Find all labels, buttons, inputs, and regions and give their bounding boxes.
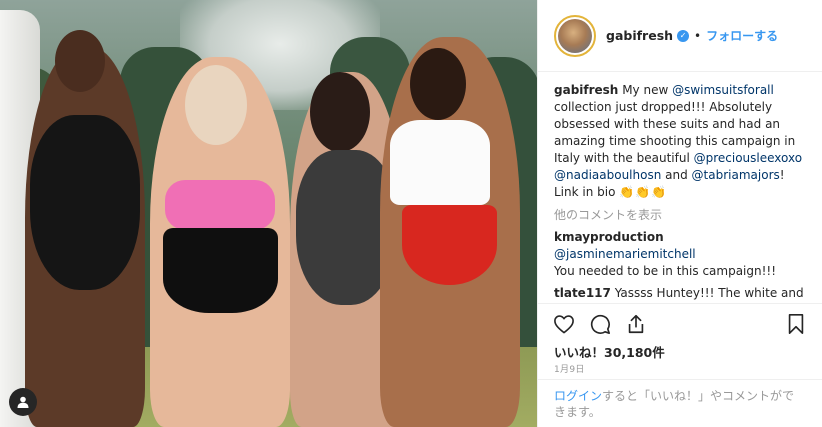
action-bar: [538, 303, 822, 343]
username[interactable]: gabifresh: [606, 28, 673, 43]
caption-text: and: [661, 168, 692, 182]
comment-author[interactable]: kmayproduction: [554, 230, 664, 244]
mention-link[interactable]: @nadiaaboulhosn: [554, 168, 661, 182]
avatar[interactable]: [554, 14, 596, 57]
mention-link[interactable]: @swimsuitsforall: [672, 83, 774, 97]
login-prompt: ログインすると「いいね！」やコメントができます。: [538, 379, 822, 427]
comment: tlate117 Yassss Huntey!!! The white and …: [554, 285, 806, 303]
show-more-comments-button[interactable]: 他のコメントを表示: [554, 206, 806, 223]
heart-icon[interactable]: [552, 312, 576, 336]
post-header: gabifresh ✓ • フォローする: [538, 0, 822, 72]
photo-model-1-swimsuit: [30, 115, 140, 290]
photo-model-3-head: [310, 72, 370, 152]
photo-model-2-head: [185, 65, 247, 145]
photo-model-4-top: [390, 120, 490, 205]
photo-model-2-top: [165, 180, 275, 230]
post-date[interactable]: 1月9日: [538, 363, 822, 379]
photo-model-4-head: [410, 48, 466, 120]
login-link[interactable]: ログイン: [554, 389, 602, 403]
post-side-panel: gabifresh ✓ • フォローする gabifresh My new @s…: [537, 0, 822, 427]
caption-author[interactable]: gabifresh: [554, 83, 618, 97]
clap-emoji: 👏👏👏: [619, 185, 668, 199]
comment-text: You needed to be in this campaign!!!: [554, 264, 777, 278]
caption-text: My new: [622, 83, 673, 97]
likes-count[interactable]: いいね！30,180件: [538, 343, 822, 363]
caption: gabifresh My new @swimsuitsforall collec…: [554, 82, 806, 201]
comment-author[interactable]: tlate117: [554, 286, 611, 300]
comment-icon[interactable]: [588, 312, 612, 336]
instagram-post: gabifresh ✓ • フォローする gabifresh My new @s…: [0, 0, 822, 427]
mention-link[interactable]: @preciousleexoxo: [694, 151, 802, 165]
follow-button[interactable]: フォローする: [706, 27, 778, 44]
mention-link[interactable]: @tabriamajors: [692, 168, 780, 182]
separator-dot: •: [694, 28, 702, 43]
comment: kmayproduction @jasminemariemitchell You…: [554, 229, 806, 280]
verified-badge-icon: ✓: [677, 29, 690, 42]
comments-section: gabifresh My new @swimsuitsforall collec…: [538, 72, 822, 303]
share-icon[interactable]: [624, 312, 648, 336]
mention-link[interactable]: @jasminemariemitchell: [554, 247, 696, 261]
photo-model-1-head: [55, 30, 105, 92]
user-tag-icon[interactable]: [9, 388, 37, 416]
photo-model-4-bottom: [402, 205, 497, 285]
photo-model-2-bottom: [163, 228, 278, 313]
post-photo[interactable]: [0, 0, 537, 427]
bookmark-icon[interactable]: [784, 312, 808, 336]
